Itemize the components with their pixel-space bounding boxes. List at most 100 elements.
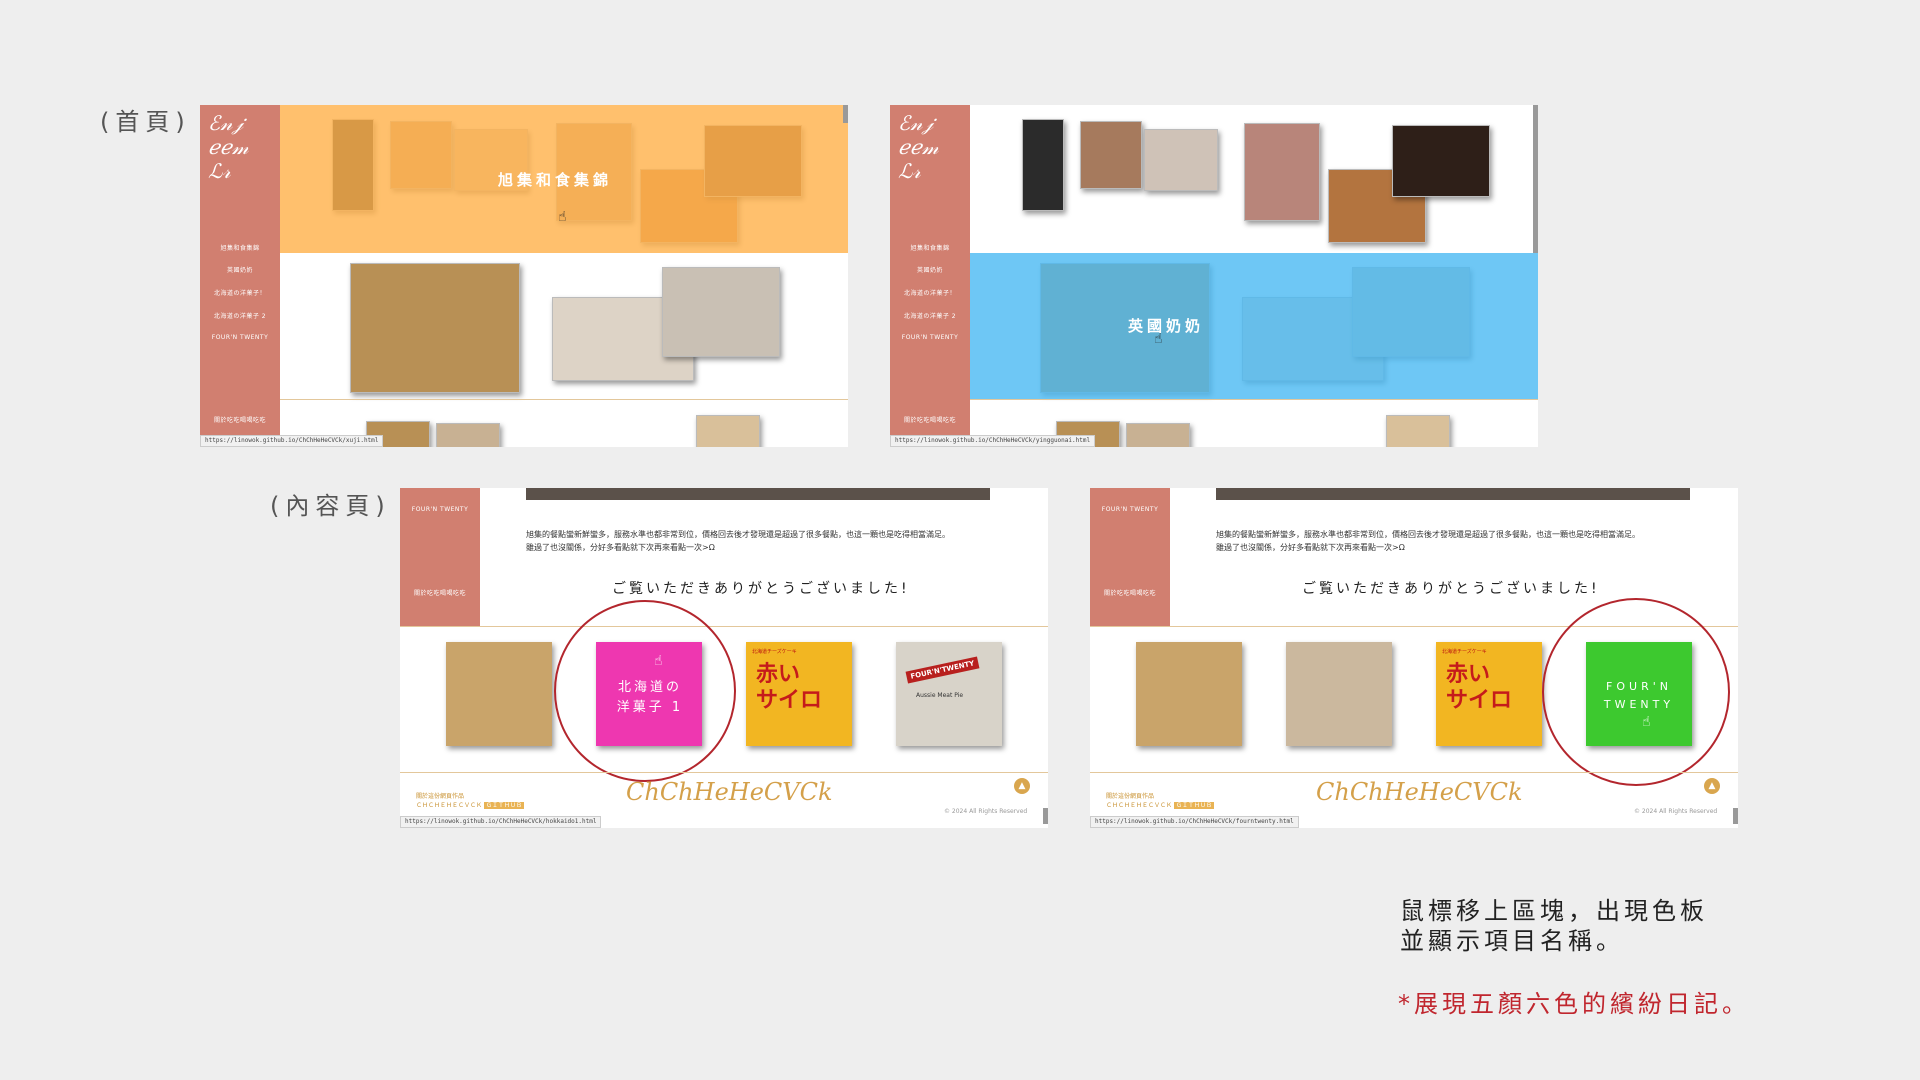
food-photo xyxy=(1386,415,1450,447)
nav-item[interactable]: FOUR'N TWENTY xyxy=(1090,506,1170,513)
status-url: https://linowok.github.io/ChChHeHeCVCk/h… xyxy=(400,816,602,828)
scrollbar[interactable] xyxy=(1533,105,1538,253)
paragraph-line: 雖過了也沒關係，分好多看點就下次再來看點一次>Ω xyxy=(1216,543,1405,552)
script-signature: ChChHeHeCVCk xyxy=(626,778,833,806)
footer-info: 關於這份網頁作品 ＣＨＣＨＥＨＥＣＶＣＫ ＧＩＴＨＵＢ xyxy=(1106,792,1214,810)
thanks-message: ご覧いただきありがとうございました! xyxy=(1302,581,1600,597)
product-text-line: サイロ xyxy=(1446,688,1513,713)
content-screenshot-green: FOUR'N TWENTY 關於吃吃喝喝吃吃 旭集的餐點蠻新鮮蠻多，服務水準也都… xyxy=(1090,488,1738,828)
hover-label: 旭集和食集錦 xyxy=(498,171,613,189)
restaurant-sign-photo xyxy=(1022,119,1064,211)
description-paragraph: 旭集的餐點蠻新鮮蠻多，服務水準也都非常到位，價格回去後才發現還是超過了很多餐點，… xyxy=(1216,528,1716,554)
food-photo xyxy=(696,415,760,447)
product-text: 赤い サイロ xyxy=(1446,662,1512,714)
sidebar: ℰ𝓃𝒿 ℯℯ𝓂 ℒ𝓇 旭集和食集錦 英國奶奶 北海道の洋菓子！ 北海道の洋菓子 2 … xyxy=(890,105,970,447)
divider xyxy=(970,399,1538,400)
hover-label: 英國奶奶 xyxy=(1128,317,1205,335)
sidebar: ℰ𝓃𝒿 ℯℯ𝓂 ℒ𝓇 旭集和食集錦 英國奶奶 北海道の洋菓子！ 北海道の洋菓子 2 … xyxy=(200,105,280,447)
divider xyxy=(1090,772,1738,773)
product-text: 北海道チーズケーキ xyxy=(752,649,797,655)
nav-about[interactable]: 關於吃吃喝喝吃吃 xyxy=(890,415,970,424)
paragraph-line: 旭集的餐點蠻新鮮蠻多，服務水準也都非常到位，價格回去後才發現還是超過了很多餐點，… xyxy=(1216,530,1640,539)
status-url: https://linowok.github.io/ChChHeHeCVCk/x… xyxy=(200,435,384,447)
nav-item[interactable]: FOUR'N TWENTY xyxy=(200,334,280,341)
nav-about[interactable]: 關於吃吃喝喝吃吃 xyxy=(1090,588,1170,597)
content-screenshot-pink: FOUR'N TWENTY 關於吃吃喝喝吃吃 旭集的餐點蠻新鮮蠻多，服務水準也都… xyxy=(400,488,1048,828)
divider xyxy=(400,772,1048,773)
akai-sairo-thumb[interactable]: 北海道チーズケーキ 赤い サイロ xyxy=(1436,642,1542,746)
homepage-screenshot-blue: ℰ𝓃𝒿 ℯℯ𝓂 ℒ𝓇 旭集和食集錦 英國奶奶 北海道の洋菓子！ 北海道の洋菓子 2 … xyxy=(890,105,1538,447)
status-url: https://linowok.github.io/ChChHeHeCVCk/f… xyxy=(1090,816,1299,828)
homepage-screenshot-orange: ℰ𝓃𝒿 ℯℯ𝓂 ℒ𝓇 旭集和食集錦 英國奶奶 北海道の洋菓子！ 北海道の洋菓子 2 … xyxy=(200,105,848,447)
hover-overlay-blue[interactable] xyxy=(970,253,1538,399)
food-photo xyxy=(436,423,500,447)
footer-line: 關於這份網頁作品 xyxy=(416,793,465,800)
scrollbar[interactable] xyxy=(843,105,848,123)
food-photo xyxy=(1080,121,1142,189)
nav-item[interactable]: 英國奶奶 xyxy=(890,265,970,274)
product-text: Aussie Meat Pie xyxy=(916,692,964,699)
nav-item[interactable]: 旭集和食集錦 xyxy=(200,243,280,252)
nav-item[interactable]: 英國奶奶 xyxy=(200,265,280,274)
divider xyxy=(400,626,1048,627)
signature-logo: ℰ𝓃𝒿 ℯℯ𝓂 ℒ𝓇 xyxy=(208,111,249,183)
note-line: 鼠標移上區塊，出現色板 xyxy=(1400,897,1708,925)
nav-about[interactable]: 關於吃吃喝喝吃吃 xyxy=(400,588,480,597)
highlight-circle xyxy=(1542,598,1730,786)
header-photo-strip xyxy=(526,488,990,500)
akai-sairo-thumb[interactable]: 北海道チーズケーキ 赤い サイロ xyxy=(746,642,852,746)
footer-info: 關於這份網頁作品 ＣＨＣＨＥＨＥＣＶＣＫ ＧＩＴＨＵＢ xyxy=(416,792,524,810)
food-photo xyxy=(1392,125,1490,197)
status-url: https://linowok.github.io/ChChHeHeCVCk/y… xyxy=(890,435,1096,447)
footer-line: ＣＨＣＨＥＨＥＣＶＣＫ xyxy=(416,802,483,809)
content-caption: (內容頁) xyxy=(270,492,391,520)
nav-item[interactable]: 北海道の洋菓子！ xyxy=(200,288,280,297)
paragraph-line: 雖過了也沒關係，分好多看點就下次再來看點一次>Ω xyxy=(526,543,715,552)
fourn-pie-thumb[interactable]: FOUR'N'TWENTY Aussie Meat Pie xyxy=(896,642,1002,746)
product-text-line: 赤い xyxy=(1446,662,1491,687)
note-line: 並顯示項目名稱。 xyxy=(1400,927,1624,955)
nav-item[interactable]: 北海道の洋菓子 2 xyxy=(890,311,970,320)
github-tag[interactable]: ＧＩＴＨＵＢ xyxy=(483,802,524,809)
product-text: 赤い サイロ xyxy=(756,662,822,714)
github-tag[interactable]: ＧＩＴＨＵＢ xyxy=(1173,802,1214,809)
script-signature: ChChHeHeCVCk xyxy=(1316,778,1523,806)
scone-box-thumb[interactable] xyxy=(1136,642,1242,746)
product-text: FOUR'N'TWENTY xyxy=(905,656,980,684)
cookie-sandwich-thumb[interactable] xyxy=(1286,642,1392,746)
product-text-line: 赤い xyxy=(756,662,801,687)
food-photo xyxy=(1244,123,1320,221)
highlight-note: *展現五顏六色的繽紛日記。 xyxy=(1398,990,1750,1018)
nav-about[interactable]: 關於吃吃喝喝吃吃 xyxy=(200,415,280,424)
pointer-cursor-icon: ☝ xyxy=(558,209,567,225)
scrollbar[interactable] xyxy=(1043,808,1048,824)
sidebar: FOUR'N TWENTY 關於吃吃喝喝吃吃 xyxy=(400,488,480,626)
home-caption: (首頁) xyxy=(100,108,191,136)
back-to-top-icon[interactable]: ▲ xyxy=(1014,778,1030,794)
feature-note: 鼠標移上區塊，出現色板 並顯示項目名稱。 xyxy=(1400,896,1708,956)
back-to-top-icon[interactable]: ▲ xyxy=(1704,778,1720,794)
nav-item[interactable]: FOUR'N TWENTY xyxy=(400,506,480,513)
nav-item[interactable]: FOUR'N TWENTY xyxy=(890,334,970,341)
thanks-message: ご覧いただきありがとうございました! xyxy=(612,581,910,597)
footer-line: 關於這份網頁作品 xyxy=(1106,793,1155,800)
paragraph-line: 旭集的餐點蠻新鮮蠻多，服務水準也都非常到位，價格回去後才發現還是超過了很多餐點，… xyxy=(526,530,950,539)
footer-line: ＣＨＣＨＥＨＥＣＶＣＫ xyxy=(1106,802,1173,809)
nav-item[interactable]: 旭集和食集錦 xyxy=(890,243,970,252)
food-photo xyxy=(1144,129,1218,191)
nav-item[interactable]: 北海道の洋菓子！ xyxy=(890,288,970,297)
highlight-circle xyxy=(554,600,736,782)
divider xyxy=(280,399,848,400)
scone-box-thumb[interactable] xyxy=(446,642,552,746)
product-text: 北海道チーズケーキ xyxy=(1442,649,1487,655)
sidebar: FOUR'N TWENTY 關於吃吃喝喝吃吃 xyxy=(1090,488,1170,626)
description-paragraph: 旭集的餐點蠻新鮮蠻多，服務水準也都非常到位，價格回去後才發現還是超過了很多餐點，… xyxy=(526,528,1026,554)
signature-logo: ℰ𝓃𝒿 ℯℯ𝓂 ℒ𝓇 xyxy=(898,111,939,183)
food-photo xyxy=(1126,423,1190,447)
cake-photo xyxy=(662,267,780,357)
pointer-cursor-icon: ☝ xyxy=(1154,331,1163,347)
product-text-line: サイロ xyxy=(756,688,823,713)
nav-item[interactable]: 北海道の洋菓子 2 xyxy=(200,311,280,320)
scrollbar[interactable] xyxy=(1733,808,1738,824)
copyright: © 2024 All Rights Reserved xyxy=(1634,808,1718,815)
